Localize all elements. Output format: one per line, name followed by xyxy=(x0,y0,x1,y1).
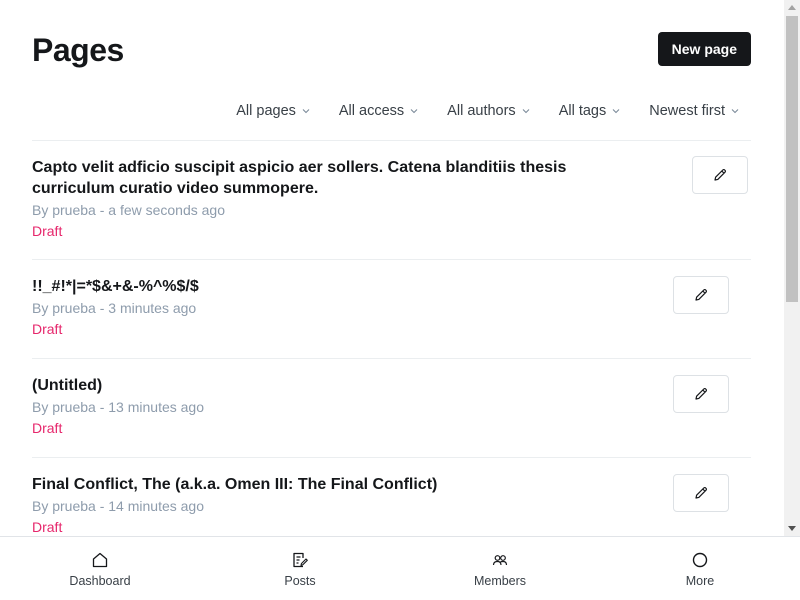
filter-label: All authors xyxy=(447,103,516,119)
filter-label: All pages xyxy=(236,103,296,119)
page-meta: By prueba - 14 minutes ago xyxy=(32,498,204,514)
page-header: Pages New page xyxy=(32,30,751,70)
list-item[interactable]: !!_#!*|=*$&+&-%^%$/$ By prueba - 3 minut… xyxy=(32,260,751,359)
bottom-navigation: Dashboard Posts Members More xyxy=(0,536,800,600)
edit-button[interactable] xyxy=(673,276,729,314)
main-content: Pages New page All pages All access All … xyxy=(0,0,784,536)
chevron-down-icon xyxy=(522,109,530,114)
pencil-icon xyxy=(714,168,727,181)
page-meta: By prueba - a few seconds ago xyxy=(32,202,226,218)
nav-label: Posts xyxy=(284,574,316,588)
status-badge: Draft xyxy=(32,519,63,535)
home-icon xyxy=(92,552,108,568)
chevron-down-icon xyxy=(410,109,418,114)
page-title: Pages xyxy=(32,32,124,68)
new-page-button[interactable]: New page xyxy=(657,32,751,66)
pencil-icon xyxy=(695,387,708,400)
scrollbar-thumb[interactable] xyxy=(786,16,798,302)
nav-label: More xyxy=(685,574,715,588)
edit-button[interactable] xyxy=(692,156,748,194)
scroll-down-arrow-icon[interactable] xyxy=(788,526,796,531)
members-icon xyxy=(492,555,508,566)
status-badge: Draft xyxy=(32,321,63,337)
pencil-icon xyxy=(695,486,708,499)
list-item[interactable]: Final Conflict, The (a.k.a. Omen III: Th… xyxy=(32,458,751,536)
page-title-text[interactable]: (Untitled) xyxy=(32,375,592,396)
filter-bar: All pages All access All authors All tag… xyxy=(236,100,739,122)
pages-list: Capto velit adficio suscipit aspicio aer… xyxy=(32,141,751,536)
chevron-down-icon xyxy=(731,109,739,114)
chevron-down-icon xyxy=(612,109,620,114)
filter-sort[interactable]: Newest first xyxy=(649,100,739,122)
edit-button[interactable] xyxy=(673,375,729,413)
filter-authors[interactable]: All authors xyxy=(447,100,530,122)
vertical-scrollbar[interactable] xyxy=(784,0,800,536)
list-item[interactable]: Capto velit adficio suscipit aspicio aer… xyxy=(32,141,751,260)
chevron-down-icon xyxy=(302,109,310,114)
posts-icon xyxy=(293,552,308,568)
list-item[interactable]: (Untitled) By prueba - 13 minutes ago Dr… xyxy=(32,359,751,458)
page-title-text[interactable]: Capto velit adficio suscipit aspicio aer… xyxy=(32,157,592,199)
filter-access[interactable]: All access xyxy=(339,100,418,122)
page-title-text[interactable]: Final Conflict, The (a.k.a. Omen III: Th… xyxy=(32,474,592,495)
pencil-icon xyxy=(695,288,708,301)
nav-item-dashboard[interactable]: Dashboard xyxy=(0,537,200,600)
edit-button[interactable] xyxy=(673,474,729,512)
status-badge: Draft xyxy=(32,420,63,436)
scroll-up-arrow-icon[interactable] xyxy=(788,5,796,10)
nav-label: Members xyxy=(473,574,527,588)
filter-label: Newest first xyxy=(649,103,725,119)
filter-tags[interactable]: All tags xyxy=(559,100,621,122)
page-title-text[interactable]: !!_#!*|=*$&+&-%^%$/$ xyxy=(32,276,592,297)
nav-label: Dashboard xyxy=(69,574,131,588)
nav-item-posts[interactable]: Posts xyxy=(200,537,400,600)
filter-label: All tags xyxy=(558,103,607,119)
nav-item-members[interactable]: Members xyxy=(400,537,600,600)
more-circle-icon xyxy=(692,552,708,568)
filter-label: All access xyxy=(338,103,405,119)
filter-type[interactable]: All pages xyxy=(236,100,310,122)
status-badge: Draft xyxy=(32,223,63,239)
page-meta: By prueba - 13 minutes ago xyxy=(32,399,204,415)
nav-item-more[interactable]: More xyxy=(600,537,800,600)
page-meta: By prueba - 3 minutes ago xyxy=(32,300,197,316)
